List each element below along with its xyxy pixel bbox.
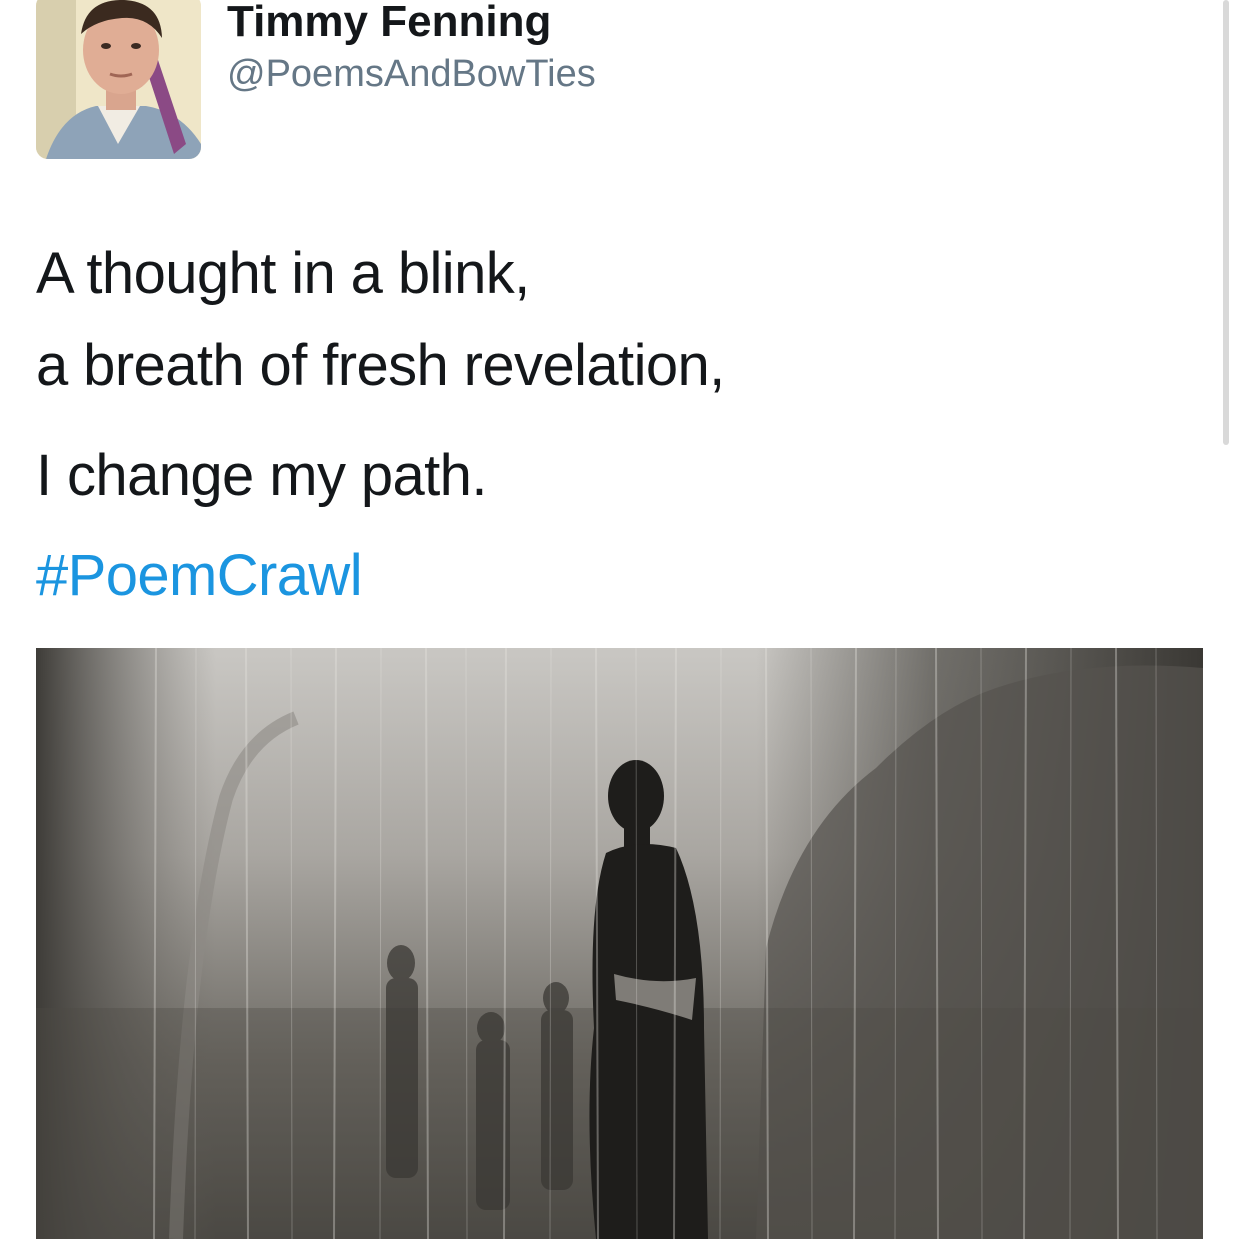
photo-silhouette-in-rain-icon — [36, 648, 1203, 1239]
tweet-text-line: I change my path. — [36, 443, 487, 508]
tweet-text: A thought in a blink, a breath of fresh … — [36, 228, 1196, 522]
avatar-photo-icon — [36, 0, 201, 159]
tweet-text-line: a breath of fresh revelation, — [36, 333, 725, 398]
author-display-name[interactable]: Timmy Fenning — [227, 0, 551, 52]
author-avatar[interactable] — [36, 0, 201, 159]
tweet-media-image[interactable] — [36, 648, 1203, 1239]
tweet-text-line: A thought in a blink, — [36, 241, 530, 306]
scrollbar[interactable] — [1223, 0, 1229, 445]
hashtag-link[interactable]: #PoemCrawl — [36, 540, 363, 612]
author-handle[interactable]: @PoemsAndBowTies — [227, 48, 596, 100]
